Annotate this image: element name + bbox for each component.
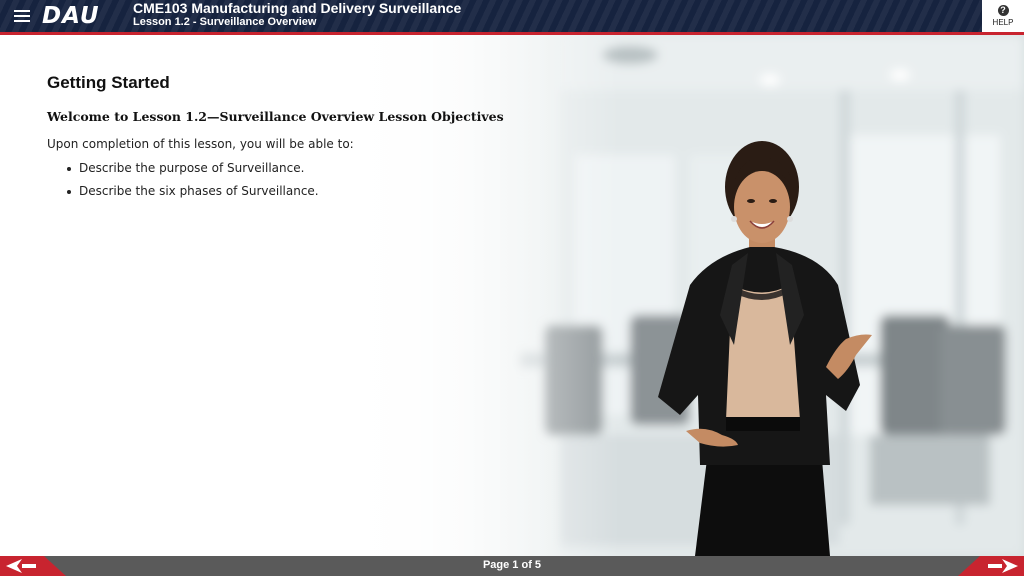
top-banner: DAU CME103 Manufacturing and Delivery Su… [0, 0, 1024, 35]
course-title: CME103 Manufacturing and Delivery Survei… [133, 0, 462, 16]
objective-item: Describe the six phases of Surveillance. [67, 184, 567, 198]
footer-bar: Page 1 of 5 [0, 556, 1024, 576]
objectives-intro: Upon completion of this lesson, you will… [47, 137, 354, 151]
objectives-list: Describe the purpose of Surveillance. De… [47, 161, 567, 198]
hamburger-menu-icon[interactable] [14, 8, 30, 24]
presenter-image [658, 141, 872, 556]
help-button[interactable]: ? HELP [982, 0, 1024, 32]
arrow-right-icon [958, 556, 1024, 576]
dau-logo: DAU [42, 3, 100, 29]
page-indicator: Page 1 of 5 [482, 559, 542, 571]
lesson-stage: Getting Started Welcome to Lesson 1.2—Su… [0, 35, 1024, 556]
question-mark-icon: ? [997, 5, 1009, 16]
lesson-subheading: Welcome to Lesson 1.2—Surveillance Overv… [47, 109, 504, 124]
lesson-content: Getting Started Welcome to Lesson 1.2—Su… [47, 73, 567, 207]
help-label: HELP [992, 18, 1014, 27]
lesson-title: Lesson 1.2 - Surveillance Overview [133, 16, 317, 28]
objective-item: Describe the purpose of Surveillance. [67, 161, 567, 175]
course-titles: CME103 Manufacturing and Delivery Survei… [133, 1, 461, 29]
next-page-button[interactable] [958, 556, 1024, 576]
page-heading: Getting Started [47, 73, 170, 92]
